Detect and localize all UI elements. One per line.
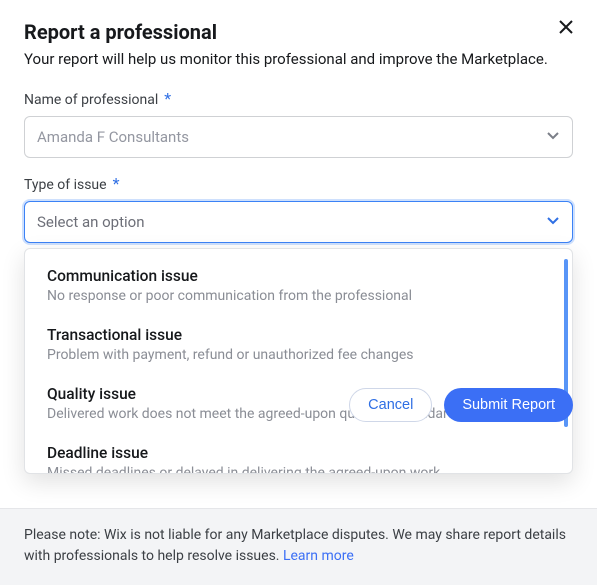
- option-transactional[interactable]: Transactional issue Problem with payment…: [25, 320, 572, 379]
- action-row: Cancel Submit Report: [349, 388, 573, 422]
- name-label: Name of professional: [24, 92, 158, 108]
- modal-subtitle: Your report will help us monitor this pr…: [24, 48, 573, 71]
- option-title: Deadline issue: [47, 444, 550, 462]
- report-modal: Report a professional Your report will h…: [0, 0, 597, 585]
- name-select[interactable]: Amanda F Consultants: [24, 116, 573, 158]
- field-name: Name of professional * Amanda F Consulta…: [24, 91, 573, 158]
- option-desc: Problem with payment, refund or unauthor…: [47, 346, 550, 365]
- issue-label-row: Type of issue *: [24, 176, 573, 195]
- cancel-label: Cancel: [368, 397, 413, 413]
- issue-dropdown: Communication issue No response or poor …: [24, 248, 573, 474]
- submit-button[interactable]: Submit Report: [444, 388, 573, 422]
- option-desc: Missed deadlines or delayed in deliverin…: [47, 464, 550, 474]
- issue-select[interactable]: Select an option: [24, 201, 573, 243]
- option-title: Transactional issue: [47, 326, 550, 344]
- name-select-value: Amanda F Consultants: [37, 128, 189, 146]
- required-marker: *: [164, 89, 171, 108]
- learn-more-link[interactable]: Learn more: [283, 548, 354, 564]
- modal-title: Report a professional: [24, 20, 573, 44]
- issue-label: Type of issue: [24, 177, 107, 193]
- cancel-button[interactable]: Cancel: [349, 388, 432, 422]
- option-desc: No response or poor communication from t…: [47, 287, 550, 306]
- close-button[interactable]: [557, 18, 575, 40]
- footer-note: Please note: Wix is not liable for any M…: [0, 508, 597, 585]
- modal-content: Report a professional Your report will h…: [0, 0, 597, 508]
- option-title: Communication issue: [47, 267, 550, 285]
- submit-label: Submit Report: [462, 397, 555, 413]
- issue-select-placeholder: Select an option: [37, 213, 144, 231]
- required-marker: *: [113, 174, 120, 193]
- option-communication[interactable]: Communication issue No response or poor …: [25, 261, 572, 320]
- close-icon: [557, 21, 575, 40]
- chevron-down-icon: [546, 213, 560, 231]
- chevron-down-icon: [546, 128, 560, 146]
- dropdown-list: Communication issue No response or poor …: [25, 249, 572, 474]
- option-deadline[interactable]: Deadline issue Missed deadlines or delay…: [25, 438, 572, 474]
- name-label-row: Name of professional *: [24, 91, 573, 110]
- field-issue: Type of issue * Select an option: [24, 176, 573, 243]
